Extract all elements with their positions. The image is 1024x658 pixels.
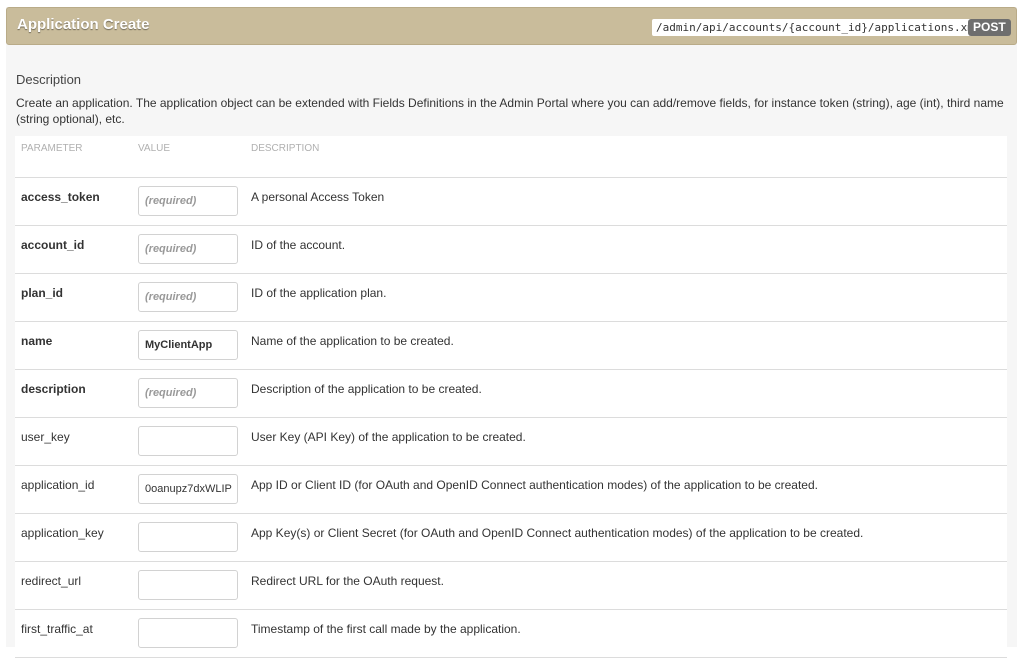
table-header: PARAMETER VALUE DESCRIPTION [15,136,1007,178]
parameter-value-input[interactable]: (required) [138,282,238,312]
parameter-description: App Key(s) or Client Secret (for OAuth a… [251,526,864,540]
parameter-value-input[interactable]: (required) [138,378,238,408]
parameter-description: Timestamp of the first call made by the … [251,622,521,636]
table-body: access_token (required) A personal Access … [15,178,1007,658]
parameter-description: User Key (API Key) of the application to… [251,430,526,444]
parameter-description: App ID or Client ID (for OAuth and OpenI… [251,478,818,492]
input-placeholder: (required) [145,243,197,255]
parameter-value-input[interactable] [138,570,238,600]
http-method-badge: POST [968,19,1011,36]
parameter-name: redirect_url [21,574,82,588]
column-header-parameter: PARAMETER [21,143,83,154]
parameters-table: PARAMETER VALUE DESCRIPTION access_token… [15,136,1007,658]
parameter-value-input[interactable] [138,426,238,456]
endpoint-path: /admin/api/accounts/{account_id}/applica… [652,19,985,36]
parameter-value-input[interactable]: (required) [138,234,238,264]
parameter-name: application_id [21,478,95,492]
parameter-value-input[interactable]: (required) [138,186,238,216]
parameter-name: plan_id [21,286,64,300]
parameter-name: access_token [21,190,100,204]
parameter-description: Name of the application to be created. [251,334,454,348]
input-placeholder: (required) [145,387,197,399]
parameter-name: account_id [21,238,85,252]
table-row: first_traffic_at Timestamp of the first c… [15,610,1007,658]
parameter-name: application_key [21,526,104,540]
endpoint-panel: Application Create /admin/api/accounts/{… [6,7,1017,658]
table-row: application_id 0oanupz7dxWLIP App ID or Cl… [15,466,1007,514]
parameter-description: A personal Access Token [251,190,385,204]
column-header-description: DESCRIPTION [251,143,320,154]
operation-title[interactable]: Application Create [17,16,150,33]
parameter-name: user_key [21,430,70,444]
parameter-description: ID of the application plan. [251,286,387,300]
table-row: description (required) Description of the … [15,370,1007,418]
parameter-description: Redirect URL for the OAuth request. [251,574,444,588]
description-heading: Description [16,72,82,87]
table-row: application_key App Key(s) or Client Secr… [15,514,1007,562]
table-row: account_id (required) ID of the account. [15,226,1007,274]
table-row: redirect_url Redirect URL for the OAuth r… [15,562,1007,610]
parameter-name: first_traffic_at [21,622,93,636]
column-header-value: VALUE [138,143,171,154]
parameter-description: Description of the application to be cre… [251,382,482,396]
input-placeholder: (required) [145,291,197,303]
table-row: access_token (required) A personal Access … [15,178,1007,226]
parameter-name: name [21,334,53,348]
description-text: Create an application. The application o… [16,96,1004,126]
parameter-description: ID of the account. [251,238,346,252]
table-row: name MyClientApp Name of the application t… [15,322,1007,370]
input-value: MyClientApp [145,339,213,351]
table-row: plan_id (required) ID of the application p… [15,274,1007,322]
parameter-value-input[interactable] [138,618,238,648]
parameter-value-input[interactable]: MyClientApp [138,330,238,360]
parameter-value-input[interactable] [138,522,238,552]
parameter-value-input[interactable]: 0oanupz7dxWLIP [138,474,238,504]
input-value: 0oanupz7dxWLIP [145,483,232,495]
parameter-name: description [21,382,86,396]
table-row: user_key User Key (API Key) of the applic… [15,418,1007,466]
endpoint-header[interactable]: Application Create /admin/api/accounts/{… [6,7,1017,45]
input-placeholder: (required) [145,195,197,207]
